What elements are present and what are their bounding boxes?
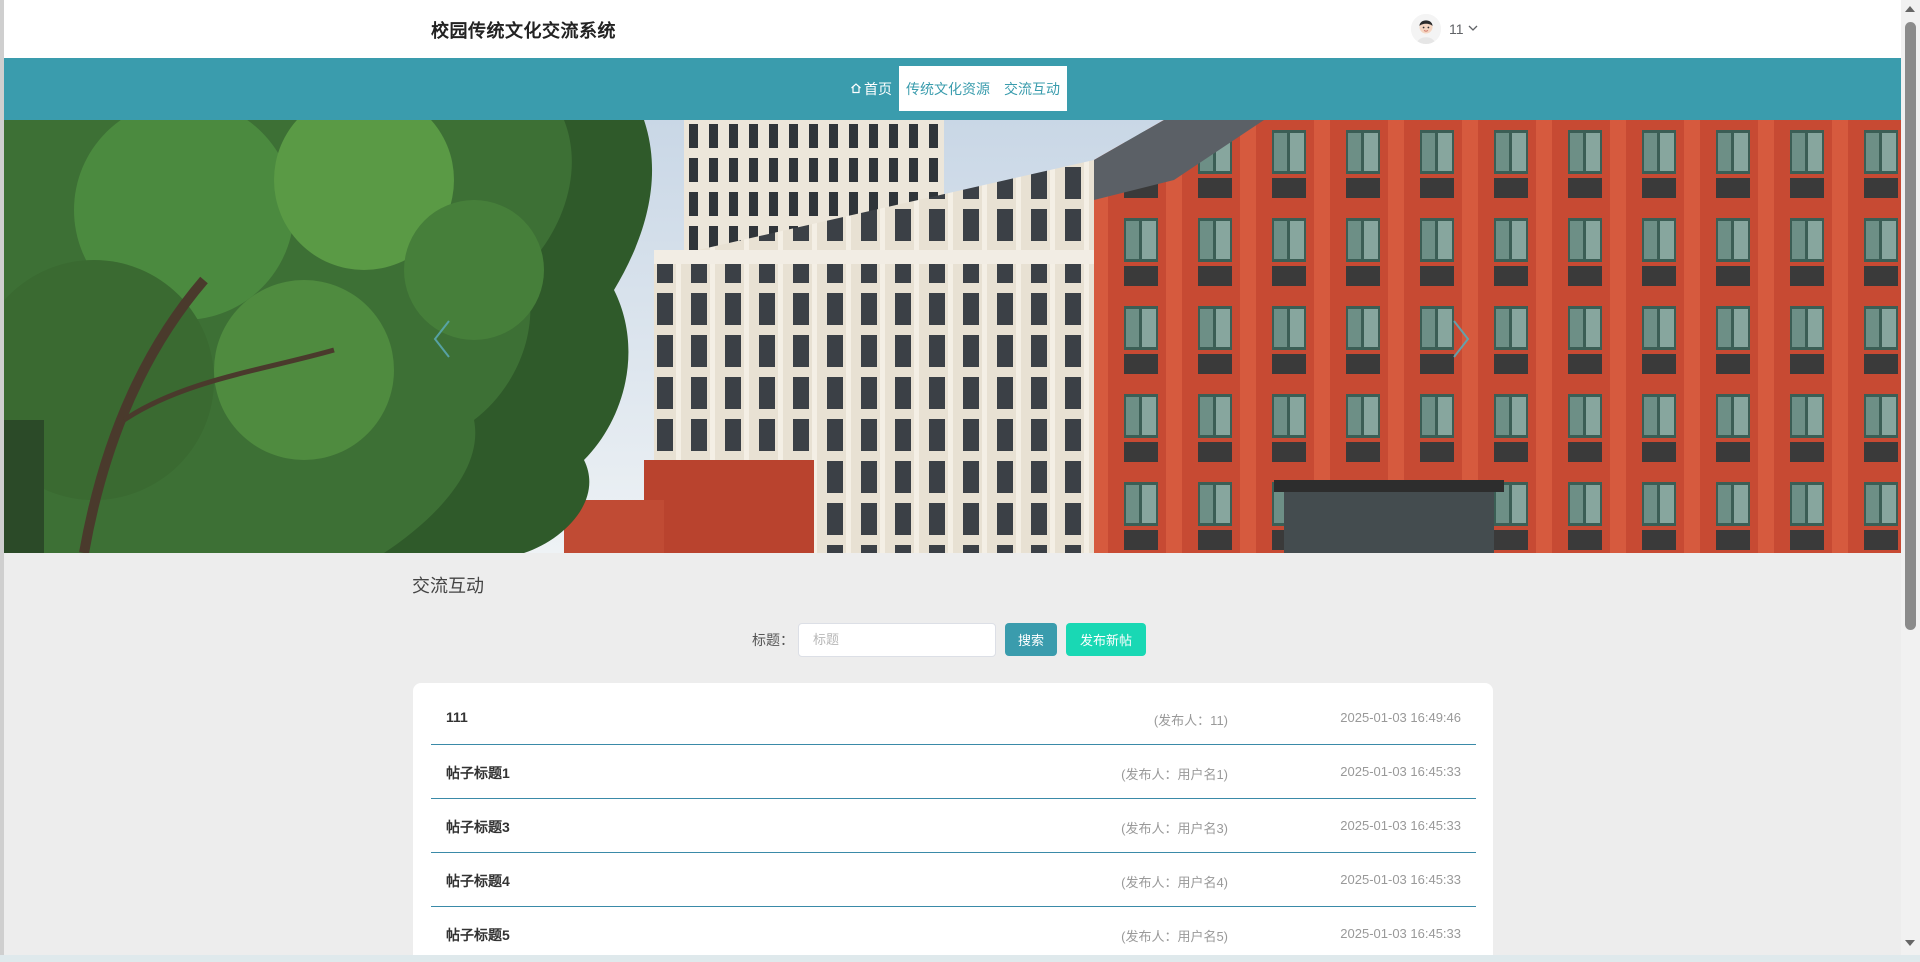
home-icon xyxy=(850,81,862,97)
nav-item-home[interactable]: 首页 xyxy=(843,66,899,111)
post-row[interactable]: 帖子标题4 (发布人：用户名4) 2025-01-03 16:45:33 xyxy=(431,853,1476,907)
main-nav: 首页 传统文化资源 交流互动 xyxy=(4,58,1901,120)
top-header: 校园传统文化交流系统 11 xyxy=(4,0,1901,58)
post-author: (发布人：用户名3) xyxy=(1121,821,1228,836)
post-list: 111 (发布人：11) 2025-01-03 16:49:46 帖子标题1 (… xyxy=(413,683,1493,962)
section-title: 交流互动 xyxy=(412,576,484,596)
post-time: 2025-01-03 16:45:33 xyxy=(1340,764,1461,779)
nav-list: 首页 传统文化资源 交流互动 xyxy=(843,66,1067,111)
title-search-input[interactable] xyxy=(798,622,996,657)
scroll-down-arrow-icon[interactable] xyxy=(1905,940,1915,946)
post-title[interactable]: 帖子标题4 xyxy=(446,871,510,891)
search-button[interactable]: 搜索 xyxy=(1005,623,1058,656)
user-avatar[interactable] xyxy=(1411,14,1441,44)
post-title[interactable]: 111 xyxy=(446,709,468,725)
scrollbar-thumb[interactable] xyxy=(1905,22,1916,630)
post-row[interactable]: 帖子标题1 (发布人：用户名1) 2025-01-03 16:45:33 xyxy=(431,745,1476,799)
banner-image xyxy=(4,120,1901,553)
post-time: 2025-01-03 16:45:33 xyxy=(1340,818,1461,833)
user-menu-dropdown[interactable]: 11 xyxy=(1411,12,1478,46)
vertical-scrollbar[interactable] xyxy=(1901,0,1920,962)
post-title[interactable]: 帖子标题5 xyxy=(446,925,510,945)
post-author: (发布人：11) xyxy=(1153,713,1228,728)
bottom-edge xyxy=(0,955,1920,962)
post-time: 2025-01-03 16:45:33 xyxy=(1340,926,1461,941)
chevron-right-icon xyxy=(1453,320,1470,358)
scroll-up-arrow-icon[interactable] xyxy=(1905,6,1915,12)
user-name[interactable]: 11 xyxy=(1449,21,1464,37)
post-title[interactable]: 帖子标题1 xyxy=(446,763,510,783)
post-time: 2025-01-03 16:45:33 xyxy=(1340,872,1461,887)
post-author: (发布人：用户名4) xyxy=(1121,875,1228,890)
post-row[interactable]: 帖子标题3 (发布人：用户名3) 2025-01-03 16:45:33 xyxy=(431,799,1476,853)
search-label: 标题： xyxy=(752,631,794,648)
carousel-next-button[interactable] xyxy=(1444,315,1478,363)
site-title: 校园传统文化交流系统 xyxy=(431,21,616,41)
nav-item-home-label: 首页 xyxy=(864,80,892,97)
chevron-down-icon[interactable] xyxy=(1468,23,1478,35)
carousel-prev-button[interactable] xyxy=(425,315,459,363)
search-bar: 标题： 搜索 发布新帖 xyxy=(752,622,1147,657)
post-author: (发布人：用户名1) xyxy=(1121,767,1228,782)
page: 校园传统文化交流系统 11 首页 传统文化资源 交流互动 交流互动 标题： 标题… xyxy=(0,0,1901,962)
nav-item-culture-resources[interactable]: 传统文化资源 xyxy=(899,66,997,111)
post-title[interactable]: 帖子标题3 xyxy=(446,817,510,837)
nav-item-exchange-label: 交流互动 xyxy=(1004,80,1060,97)
nav-item-culture-resources-label: 传统文化资源 xyxy=(906,80,990,97)
chevron-left-icon xyxy=(433,320,450,358)
post-time: 2025-01-03 16:49:46 xyxy=(1340,710,1461,725)
banner-carousel[interactable] xyxy=(4,120,1901,553)
post-row[interactable]: 111 (发布人：11) 2025-01-03 16:49:46 xyxy=(431,691,1476,745)
post-row[interactable]: 帖子标题5 (发布人：用户名5) 2025-01-03 16:45:33 xyxy=(431,907,1476,961)
post-author: (发布人：用户名5) xyxy=(1121,929,1228,944)
new-post-button[interactable]: 发布新帖 xyxy=(1066,623,1147,656)
nav-item-exchange[interactable]: 交流互动 xyxy=(997,66,1067,111)
